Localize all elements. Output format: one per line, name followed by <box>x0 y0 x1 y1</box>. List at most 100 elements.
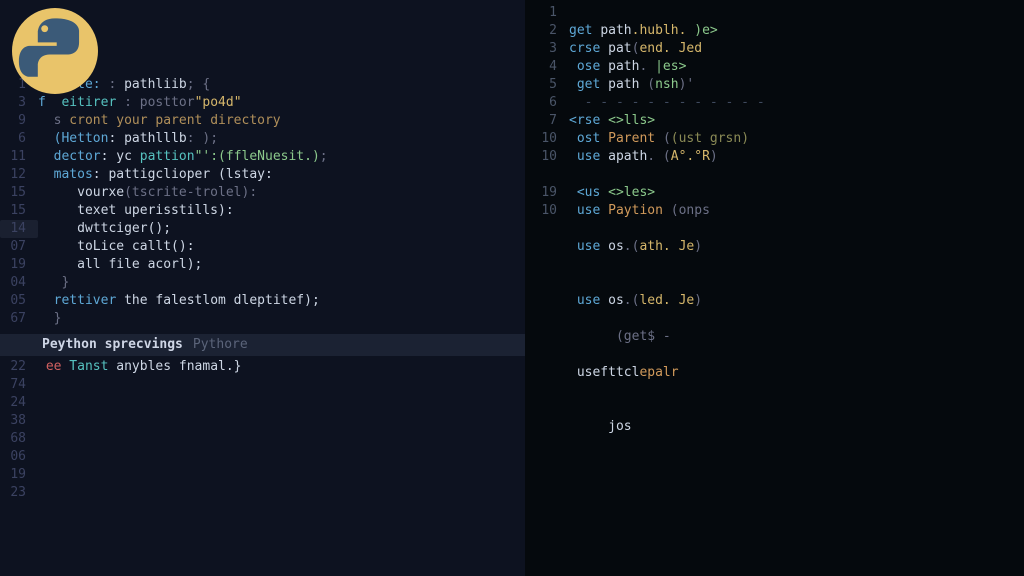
code-line[interactable]: 1 <box>525 4 1024 22</box>
code-line[interactable]: 23 <box>0 484 525 502</box>
code-line[interactable]: 07 toLice callt(): <box>0 238 525 256</box>
code-line[interactable] <box>525 346 1024 364</box>
line-number: 6 <box>525 94 569 112</box>
python-logo-icon <box>12 8 98 94</box>
code-content: use Paytion (onps <box>569 202 710 220</box>
code-line[interactable] <box>525 310 1024 328</box>
code-content: f eitirer : posttor"po4d" <box>38 94 242 112</box>
line-number: 5 <box>525 76 569 94</box>
code-line[interactable] <box>525 220 1024 238</box>
line-number: 19 <box>525 184 569 202</box>
code-content: use apath. (A°.°R) <box>569 148 718 166</box>
code-line[interactable] <box>525 256 1024 274</box>
code-line[interactable]: 38 <box>0 412 525 430</box>
code-line[interactable]: (get$ - <box>525 328 1024 346</box>
code-line[interactable]: 15 texet uperisstills): <box>0 202 525 220</box>
line-number: 10 <box>525 148 569 166</box>
line-number: 14 <box>0 220 38 238</box>
code-content: } <box>38 310 61 328</box>
line-number: 11 <box>0 148 38 166</box>
code-content: matos: pattigclioper (lstay: <box>38 166 273 184</box>
line-number <box>525 310 569 328</box>
code-line[interactable]: use os.(led. Je) <box>525 292 1024 310</box>
code-line[interactable] <box>525 274 1024 292</box>
code-line[interactable]: usefttclepalr <box>525 364 1024 382</box>
code-content: vourxe(tscrite-trolel): <box>38 184 257 202</box>
line-number <box>525 328 569 346</box>
code-line[interactable]: 68 <box>0 430 525 448</box>
code-content: texet uperisstills): <box>38 202 234 220</box>
code-line[interactable]: 7<rse <>lls> <box>525 112 1024 130</box>
code-line[interactable]: 19 <us <>les> <box>525 184 1024 202</box>
code-line[interactable]: 14 dwttciger(); <box>0 220 525 238</box>
code-line[interactable]: 74 <box>0 376 525 394</box>
left-editor-pane[interactable]: 1 rnute: : pathliib; {3f eitirer : postt… <box>0 0 525 576</box>
code-line[interactable] <box>525 400 1024 418</box>
code-content: - - - - - - - - - - - - <box>569 94 765 112</box>
code-line[interactable]: use os.(ath. Je) <box>525 238 1024 256</box>
code-line[interactable]: 19 <box>0 466 525 484</box>
code-line[interactable]: 10 use Paytion (onps <box>525 202 1024 220</box>
code-line[interactable]: 6 (Hetton: pathlllb: ); <box>0 130 525 148</box>
line-number <box>525 274 569 292</box>
line-number: 04 <box>0 274 38 292</box>
line-number: 2 <box>525 22 569 40</box>
code-line[interactable]: 19 all file acorl); <box>0 256 525 274</box>
bottom-panel-header[interactable]: Peython sprecvings Pythore <box>0 334 525 356</box>
code-line[interactable]: 10 use apath. (A°.°R) <box>525 148 1024 166</box>
code-content: use os.(ath. Je) <box>569 238 702 256</box>
code-content: (get$ - <box>569 328 671 346</box>
line-number <box>525 400 569 418</box>
line-number <box>525 418 569 436</box>
code-line[interactable]: 15 vourxe(tscrite-trolel): <box>0 184 525 202</box>
code-line[interactable]: 12 matos: pattigclioper (lstay: <box>0 166 525 184</box>
editor-app: 1 rnute: : pathliib; {3f eitirer : postt… <box>0 0 1024 576</box>
code-content: ost Parent ((ust grsn) <box>569 130 749 148</box>
code-content: <rse <>lls> <box>569 112 655 130</box>
code-line[interactable]: 3crse pat(end. Jed <box>525 40 1024 58</box>
line-number: 68 <box>0 430 38 448</box>
line-number: 4 <box>525 58 569 76</box>
code-line[interactable]: 2get path.hublh. )e> <box>525 22 1024 40</box>
code-content: toLice callt(): <box>38 238 195 256</box>
line-number: 24 <box>0 394 38 412</box>
code-line[interactable]: 4 ose path. |es> <box>525 58 1024 76</box>
code-line[interactable]: 24 <box>0 394 525 412</box>
code-line[interactable]: jos <box>525 418 1024 436</box>
line-number: 15 <box>0 184 38 202</box>
line-number <box>525 256 569 274</box>
code-line[interactable]: 06 <box>0 448 525 466</box>
code-content: get path.hublh. )e> <box>569 22 718 40</box>
code-content: (Hetton: pathlllb: ); <box>38 130 218 148</box>
bottom-panel-body[interactable]: 22 ee Tanst anybles fnamal.}742438680619… <box>0 356 525 576</box>
line-number: 9 <box>0 112 38 130</box>
line-number: 74 <box>0 376 38 394</box>
code-content: get path (nsh)' <box>569 76 694 94</box>
code-line[interactable]: 11 dector: yc pattion"':(ffleNuesit.); <box>0 148 525 166</box>
code-line[interactable]: 5 get path (nsh)' <box>525 76 1024 94</box>
code-line[interactable]: 22 ee Tanst anybles fnamal.} <box>0 358 525 376</box>
code-content: crse pat(end. Jed <box>569 40 702 58</box>
line-number: 19 <box>0 466 38 484</box>
code-line[interactable] <box>525 382 1024 400</box>
code-line[interactable]: 10 ost Parent ((ust grsn) <box>525 130 1024 148</box>
code-line[interactable]: 9 s cront your parent directory <box>0 112 525 130</box>
code-line[interactable]: 05 rettiver the falestlom dleptitef); <box>0 292 525 310</box>
code-line[interactable]: 3f eitirer : posttor"po4d" <box>0 94 525 112</box>
code-line[interactable]: 67 } <box>0 310 525 328</box>
code-content: dwttciger(); <box>38 220 171 238</box>
line-number: 15 <box>0 202 38 220</box>
line-number <box>525 292 569 310</box>
line-number: 05 <box>0 292 38 310</box>
code-content: } <box>38 274 69 292</box>
code-line[interactable] <box>525 166 1024 184</box>
code-line[interactable]: 04 } <box>0 274 525 292</box>
right-editor-pane[interactable]: 12get path.hublh. )e>3crse pat(end. Jed4… <box>525 0 1024 576</box>
line-number: 67 <box>0 310 38 328</box>
code-line[interactable]: 6 - - - - - - - - - - - - <box>525 94 1024 112</box>
line-number <box>525 238 569 256</box>
line-number: 38 <box>0 412 38 430</box>
code-content: use os.(led. Je) <box>569 292 702 310</box>
code-content: s cront your parent directory <box>38 112 281 130</box>
code-content: all file acorl); <box>38 256 202 274</box>
